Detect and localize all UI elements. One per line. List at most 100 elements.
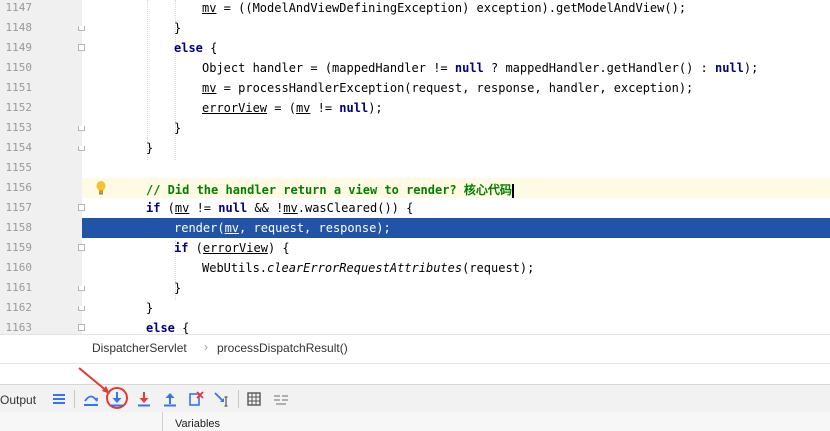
run-to-cursor-icon[interactable]	[212, 389, 232, 409]
code-text: else {	[174, 41, 218, 55]
gutter[interactable]: 1151	[0, 78, 82, 98]
line-number: 1161	[5, 281, 33, 294]
line-number: 1156	[5, 181, 33, 194]
code-line[interactable]: 1159 if (errorView) {	[0, 238, 830, 258]
line-number: 1163	[5, 321, 33, 334]
code-line[interactable]: 1163 else {	[0, 318, 830, 334]
breadcrumb-separator: ›	[204, 340, 208, 354]
fold-start-icon[interactable]	[78, 324, 85, 331]
code-text: mv = ((ModelAndViewDefiningException) ex…	[202, 1, 687, 15]
line-number: 1152	[5, 101, 33, 114]
breadcrumb-method[interactable]: processDispatchResult()	[217, 341, 348, 355]
gutter[interactable]: 1159	[0, 238, 85, 258]
step-into-icon[interactable]	[107, 389, 127, 409]
code-line[interactable]: 1147 mv = ((ModelAndViewDefiningExceptio…	[0, 0, 830, 18]
breadcrumb-class[interactable]: DispatcherServlet	[92, 341, 187, 355]
code-line[interactable]: 1152 errorView = (mv != null);	[0, 98, 830, 118]
code-text: else {	[146, 321, 190, 334]
line-number: 1162	[5, 301, 33, 314]
code-text: if (errorView) {	[174, 241, 290, 255]
toolbar-divider	[74, 390, 75, 408]
fold-start-icon[interactable]	[78, 244, 85, 251]
code-line[interactable]: 1154 }	[0, 138, 830, 158]
line-number: 1158	[5, 221, 33, 234]
trace-current-stream-icon[interactable]	[271, 389, 291, 409]
debug-toolbar: Output	[0, 384, 830, 413]
code-text: mv = processHandlerException(request, re…	[202, 81, 694, 95]
force-step-into-icon[interactable]	[134, 389, 154, 409]
drop-frame-icon[interactable]	[186, 389, 206, 409]
gutter[interactable]: 1162	[0, 298, 85, 318]
code-line[interactable]: 1150 Object handler = (mappedHandler != …	[0, 58, 830, 78]
code-line[interactable]: 1161 }	[0, 278, 830, 298]
code-text: WebUtils.clearErrorRequestAttributes(req…	[202, 261, 535, 275]
fold-end-icon[interactable]	[78, 126, 85, 131]
gutter[interactable]: 1147	[0, 0, 82, 18]
lightbulb-icon[interactable]	[96, 180, 106, 196]
evaluate-expression-icon[interactable]	[244, 389, 264, 409]
code-line[interactable]: 1151 mv = processHandlerException(reques…	[0, 78, 830, 98]
code-line[interactable]: 1149 else {	[0, 38, 830, 58]
line-number: 1150	[5, 61, 33, 74]
output-tab[interactable]: Output	[0, 393, 36, 407]
gutter[interactable]: 1150	[0, 58, 82, 78]
code-text: if (mv != null && !mv.wasCleared()) {	[146, 201, 414, 215]
gutter[interactable]: 1158	[0, 218, 82, 238]
code-text: }	[174, 121, 182, 135]
step-over-icon[interactable]	[81, 389, 101, 409]
panel-divider[interactable]	[162, 412, 163, 431]
text-caret	[511, 183, 514, 198]
code-text: }	[146, 301, 154, 315]
code-text: }	[174, 281, 182, 295]
line-number: 1148	[5, 21, 33, 34]
fold-end-icon[interactable]	[78, 306, 85, 311]
gutter[interactable]: 1153	[0, 118, 85, 138]
gutter[interactable]: 1149	[0, 38, 85, 58]
line-number: 1149	[5, 41, 33, 54]
fold-start-icon[interactable]	[78, 204, 85, 211]
code-text: render(mv, request, response);	[174, 221, 391, 235]
line-number: 1147	[5, 1, 33, 14]
toolbar-divider	[238, 390, 239, 408]
code-line[interactable]: 1162 }	[0, 298, 830, 318]
comment-text: // Did the handler return a view to rend…	[146, 183, 514, 198]
gutter[interactable]: 1148	[0, 18, 85, 38]
gutter[interactable]: 1156	[0, 178, 82, 198]
gutter[interactable]: 1157	[0, 198, 85, 218]
code-line[interactable]: 1148 }	[0, 18, 830, 38]
code-text: }	[146, 141, 154, 155]
gutter[interactable]: 1152	[0, 98, 82, 118]
line-number: 1160	[5, 261, 33, 274]
code-line[interactable]: 1155	[0, 158, 830, 178]
breadcrumb: DispatcherServlet › processDispatchResul…	[0, 334, 830, 364]
code-line[interactable]: 1160 WebUtils.clearErrorRequestAttribute…	[0, 258, 830, 278]
line-number: 1153	[5, 121, 33, 134]
line-number: 1159	[5, 241, 33, 254]
line-number: 1157	[5, 201, 33, 214]
gutter[interactable]: 1154	[0, 138, 85, 158]
gutter[interactable]: 1155	[0, 158, 82, 178]
code-line[interactable]: 1157 if (mv != null && !mv.wasCleared())…	[0, 198, 830, 218]
fold-end-icon[interactable]	[78, 286, 85, 291]
variable-mv: mv	[202, 1, 217, 15]
code-line-caret[interactable]: 1156 // Did the handler return a view to…	[0, 178, 830, 198]
gutter[interactable]: 1163	[0, 318, 85, 334]
execution-point-line[interactable]: 1158 render(mv, request, response);	[0, 218, 830, 238]
code-editor[interactable]: 1147 mv = ((ModelAndViewDefiningExceptio…	[0, 0, 830, 334]
variables-title: Variables	[175, 418, 221, 430]
gutter[interactable]: 1161	[0, 278, 85, 298]
line-number: 1151	[5, 81, 33, 94]
code-text: errorView = (mv != null);	[202, 101, 383, 115]
line-number: 1154	[5, 141, 33, 154]
fold-start-icon[interactable]	[78, 44, 85, 51]
gutter[interactable]: 1160	[0, 258, 82, 278]
code-text: }	[174, 21, 182, 35]
menu-icon[interactable]	[49, 389, 69, 409]
variables-panel: Variables	[0, 412, 830, 431]
step-out-icon[interactable]	[160, 389, 180, 409]
fold-end-icon[interactable]	[78, 146, 85, 151]
code-text: Object handler = (mappedHandler != null …	[202, 61, 759, 75]
fold-end-icon[interactable]	[78, 26, 85, 31]
line-number: 1155	[5, 161, 33, 174]
code-line[interactable]: 1153 }	[0, 118, 830, 138]
